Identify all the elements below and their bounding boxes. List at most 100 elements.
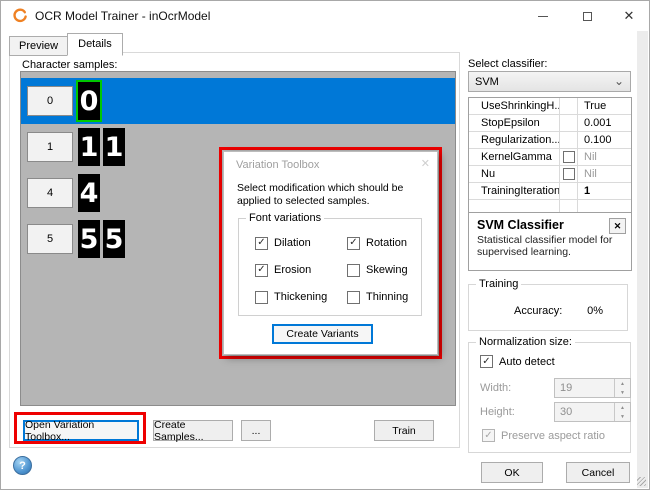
checkbox-box [347, 264, 360, 277]
sample-tile[interactable]: 4 [78, 174, 100, 212]
property-value: Nil [578, 166, 631, 182]
close-icon: ✕ [421, 158, 430, 170]
property-checkbox-cell [559, 98, 578, 114]
checkbox-rotation[interactable]: ✓ Rotation [347, 236, 408, 250]
create-variants-button[interactable]: Create Variants [272, 324, 373, 344]
checkbox-skewing[interactable]: Skewing [347, 263, 408, 277]
check-icon: ✓ [257, 265, 265, 275]
close-icon: ✕ [614, 221, 622, 232]
checkbox-box: ✓ [255, 264, 268, 277]
checkbox-box: ✓ [482, 429, 495, 442]
property-row-useshrinking[interactable]: UseShrinkingH... True [469, 98, 631, 115]
check-icon: ✓ [484, 431, 492, 441]
app-window: OCR Model Trainer - inOcrModel ✕ Preview… [0, 0, 650, 490]
property-checkbox-cell [559, 183, 578, 199]
close-button[interactable]: ✕ [609, 1, 649, 31]
checkbox-box: ✓ [255, 237, 268, 250]
property-value: True [578, 98, 631, 114]
nil-checkbox[interactable] [563, 168, 575, 180]
checkbox-label: Skewing [366, 264, 408, 276]
minimize-button[interactable] [523, 1, 563, 31]
dialog-close-button[interactable]: ✕ [421, 157, 430, 170]
variation-checkbox-grid: ✓ Dilation ✓ Rotation ✓ Erosion Skewing [255, 236, 408, 304]
sample-key-button[interactable]: 1 [27, 132, 73, 162]
button-label: ... [252, 425, 261, 437]
sample-row-0[interactable]: 0 0 [21, 78, 455, 124]
description-close-button[interactable]: ✕ [609, 218, 626, 234]
checkbox-erosion[interactable]: ✓ Erosion [255, 263, 347, 277]
classifier-dropdown[interactable]: SVM ⌄ [468, 71, 631, 92]
classifier-description-panel: SVM Classifier ✕ Statistical classifier … [469, 212, 631, 272]
accuracy-value: 0% [587, 305, 603, 317]
property-grid-filler [469, 200, 631, 212]
open-variation-toolbox-button[interactable]: Open Variation Toolbox... [23, 420, 139, 441]
sample-glyph: 1 [80, 132, 99, 163]
height-label: Height: [480, 406, 515, 418]
sample-tile[interactable]: 1 [78, 128, 100, 166]
tab-strip: Preview Details [9, 33, 122, 56]
filler-cell [559, 200, 578, 212]
sample-tiles: 0 [78, 82, 100, 120]
spinner-down-icon: ▼ [615, 412, 630, 421]
tab-preview[interactable]: Preview [9, 36, 68, 56]
button-label: Create Samples... [154, 419, 232, 443]
checkbox-label: Rotation [366, 237, 407, 249]
sample-tile[interactable]: 5 [103, 220, 125, 258]
sample-key-label: 0 [47, 95, 53, 107]
more-button[interactable]: ... [241, 420, 271, 441]
sample-glyph: 5 [105, 224, 124, 255]
spinner-buttons: ▲ ▼ [614, 403, 630, 421]
dialog-message: Select modification which should be appl… [237, 182, 439, 208]
checkbox-label: Thickening [274, 291, 327, 303]
spinner-buttons: ▲ ▼ [614, 379, 630, 397]
train-button[interactable]: Train [374, 420, 434, 441]
property-row-kernelgamma[interactable]: KernelGamma Nil [469, 149, 631, 166]
nil-checkbox[interactable] [563, 151, 575, 163]
property-checkbox-cell [559, 115, 578, 131]
maximize-button[interactable] [567, 1, 607, 31]
property-name: StopEpsilon [469, 115, 559, 131]
button-label: Train [392, 425, 416, 437]
sample-key-button[interactable]: 5 [27, 224, 73, 254]
checkbox-box [255, 291, 268, 304]
checkbox-box [347, 291, 360, 304]
tab-label: Preview [19, 40, 58, 52]
annotation-rect-variation-toolbox: Variation Toolbox ✕ Select modification … [219, 147, 442, 359]
tab-details[interactable]: Details [67, 33, 123, 56]
checkbox-thinning[interactable]: Thinning [347, 290, 408, 304]
app-icon [12, 8, 28, 24]
classifier-selected-value: SVM [475, 76, 499, 88]
height-value: 30 [560, 406, 572, 418]
create-samples-button[interactable]: Create Samples... [153, 420, 233, 441]
cancel-button[interactable]: Cancel [566, 462, 630, 483]
sample-key-button[interactable]: 0 [27, 86, 73, 116]
checkbox-thickening[interactable]: Thickening [255, 290, 347, 304]
sample-glyph: 4 [80, 178, 99, 209]
select-classifier-label: Select classifier: [468, 58, 547, 70]
property-value: 0.100 [578, 132, 631, 148]
help-button[interactable]: ? [13, 456, 32, 475]
checkbox-dilation[interactable]: ✓ Dilation [255, 236, 347, 250]
sample-tile[interactable]: 1 [103, 128, 125, 166]
sample-key-button[interactable]: 4 [27, 178, 73, 208]
character-samples-label: Character samples: [22, 59, 117, 71]
resize-grip[interactable] [637, 477, 646, 486]
classifier-description-title: SVM Classifier [477, 218, 631, 232]
sample-tile[interactable]: 0 [78, 82, 100, 120]
variation-toolbox-dialog: Variation Toolbox ✕ Select modification … [223, 151, 438, 355]
property-row-stopepsilon[interactable]: StopEpsilon 0.001 [469, 115, 631, 132]
property-row-regularization[interactable]: Regularization... 0.100 [469, 132, 631, 149]
accuracy-label: Accuracy: [514, 305, 562, 317]
property-row-trainingiteration[interactable]: TrainingIteration 1 [469, 183, 631, 200]
property-name: KernelGamma [469, 149, 559, 165]
sample-tile[interactable]: 5 [78, 220, 100, 258]
auto-detect-checkbox[interactable]: ✓ Auto detect [480, 355, 555, 368]
help-icon: ? [19, 460, 26, 472]
button-label: Open Variation Toolbox... [25, 419, 137, 443]
property-checkbox-cell [559, 166, 578, 182]
check-icon: ✓ [482, 357, 490, 367]
chevron-down-icon: ⌄ [614, 74, 624, 88]
titlebar: OCR Model Trainer - inOcrModel ✕ [1, 1, 649, 31]
ok-button[interactable]: OK [481, 462, 543, 483]
property-row-nu[interactable]: Nu Nil [469, 166, 631, 183]
